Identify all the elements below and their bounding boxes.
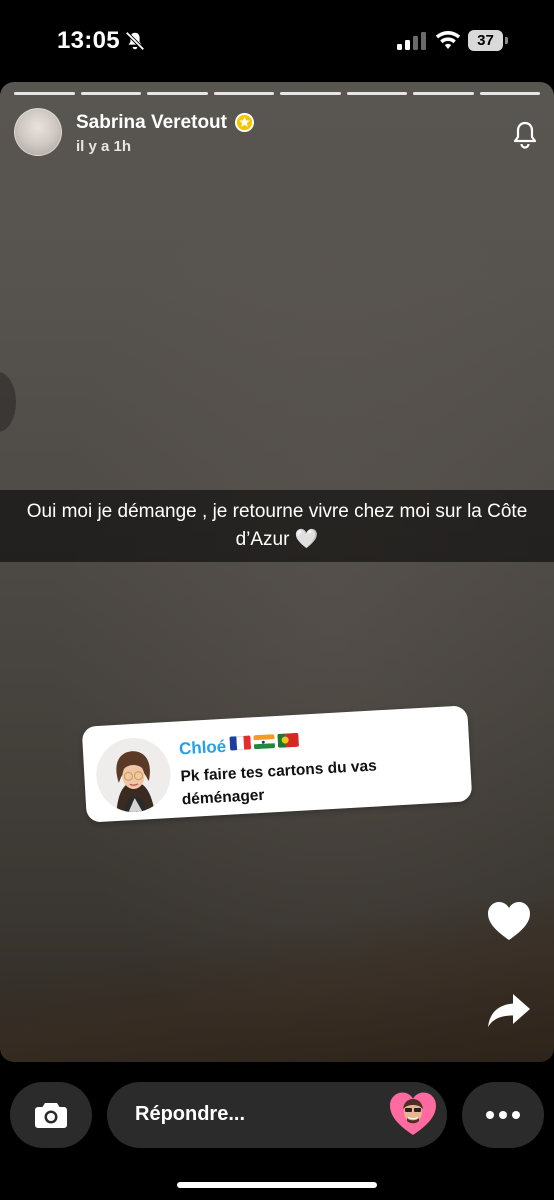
caption-text: Oui moi je démange , je retourne vivre c… — [26, 501, 528, 550]
reply-placeholder: Répondre... — [135, 1103, 246, 1125]
username[interactable]: Sabrina Veretout — [76, 112, 227, 134]
battery-level: 37 — [468, 30, 503, 51]
progress-segment — [479, 92, 540, 95]
story-view[interactable]: Sabrina Veretout il y a 1h Oui moi je dé… — [0, 82, 554, 1062]
reply-author: Chloé — [178, 736, 227, 759]
signal-icon — [397, 32, 426, 50]
status-bar: 13:05 37 — [0, 0, 554, 82]
reply-flags — [229, 732, 300, 751]
battery-icon: 37 — [468, 30, 508, 51]
bitmoji-heart-icon[interactable] — [389, 1091, 437, 1137]
reply-input[interactable]: Répondre... — [107, 1082, 447, 1148]
share-arrow-icon[interactable] — [486, 992, 532, 1030]
india-flag-icon — [253, 734, 276, 750]
home-indicator — [177, 1182, 377, 1188]
more-dots-icon — [486, 1111, 494, 1119]
reply-bitmoji-avatar — [94, 736, 173, 815]
progress-segment — [213, 92, 274, 95]
camera-button[interactable] — [10, 1082, 92, 1148]
profile-avatar[interactable] — [14, 108, 62, 156]
camera-icon — [35, 1103, 67, 1128]
notification-bell-icon[interactable] — [511, 120, 539, 150]
bell-slash-icon — [125, 31, 145, 51]
story-progress — [14, 92, 540, 95]
verified-star-icon — [234, 112, 255, 133]
reply-message: Pk faire tes cartons du vas déménager — [180, 757, 378, 809]
progress-segment — [14, 92, 75, 95]
status-time: 13:05 — [57, 27, 120, 54]
progress-segment — [280, 92, 341, 95]
progress-segment — [413, 92, 474, 95]
progress-segment — [147, 92, 208, 95]
post-timestamp: il y a 1h — [76, 138, 132, 155]
progress-segment — [346, 92, 407, 95]
france-flag-icon — [229, 735, 252, 751]
progress-segment — [80, 92, 141, 95]
more-options-button[interactable] — [462, 1082, 544, 1148]
wifi-icon — [435, 31, 461, 49]
portugal-flag-icon — [277, 732, 300, 748]
heart-icon[interactable] — [486, 900, 532, 942]
story-caption: Oui moi je démange , je retourne vivre c… — [0, 490, 554, 562]
